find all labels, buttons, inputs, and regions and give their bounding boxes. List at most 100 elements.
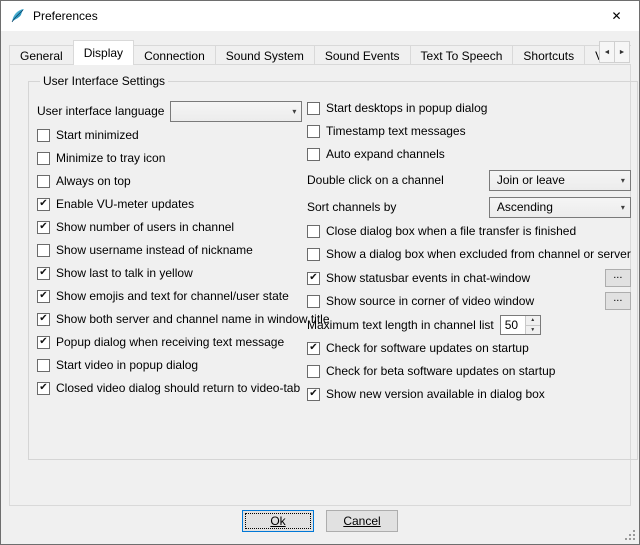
titlebar: Preferences ✕: [1, 1, 639, 31]
close-button[interactable]: ✕: [594, 1, 639, 31]
checkbox-username-instead-nickname[interactable]: Show username instead of nickname: [37, 243, 253, 257]
checkbox-timestamp-messages[interactable]: Timestamp text messages: [307, 124, 466, 138]
resize-grip[interactable]: [624, 529, 637, 542]
checkbox-check-beta-updates[interactable]: Check for beta software updates on start…: [307, 364, 555, 378]
tab-sound-system[interactable]: Sound System: [215, 45, 315, 65]
checkbox-label: Check for software updates on startup: [326, 341, 529, 355]
checkbox-video-popup-dialog[interactable]: Start video in popup dialog: [37, 358, 198, 372]
checkbox-box: ✔: [307, 272, 320, 285]
checkbox-video-return-to-tab[interactable]: ✔Closed video dialog should return to vi…: [37, 381, 300, 395]
user-interface-settings-group: User Interface Settings User interface l…: [28, 74, 638, 460]
checkbox-box: [307, 225, 320, 238]
double-click-dropdown[interactable]: Join or leave ▾: [489, 170, 631, 191]
checkbox-box: [307, 102, 320, 115]
checkbox-label: Start video in popup dialog: [56, 358, 198, 372]
checkbox-label: Close dialog box when a file transfer is…: [326, 224, 576, 238]
checkbox-label: Show both server and channel name in win…: [56, 312, 330, 326]
checkbox-box: ✔: [37, 267, 50, 280]
max-text-length-spinbox[interactable]: 50 ▲ ▼: [500, 315, 541, 335]
window-title: Preferences: [33, 9, 98, 23]
checkbox-label: Show last to talk in yellow: [56, 266, 193, 280]
statusbar-events-more-button[interactable]: ...: [605, 269, 631, 287]
max-text-length-value: 50: [501, 316, 525, 334]
tab-shortcuts[interactable]: Shortcuts: [512, 45, 585, 65]
checkbox-desktops-popup-dialog[interactable]: Start desktops in popup dialog: [307, 101, 487, 115]
checkbox-label: Start minimized: [56, 128, 139, 142]
left-column: User interface language ▾ Start minimize…: [37, 100, 301, 409]
sort-channels-dropdown[interactable]: Ascending ▾: [489, 197, 631, 218]
tab-scroll-left-icon[interactable]: ◄: [599, 41, 615, 63]
checkbox-show-user-count[interactable]: ✔ Show number of users in channel: [37, 220, 234, 234]
checkbox-box: [307, 295, 320, 308]
checkbox-close-filetransfer-dialog[interactable]: Close dialog box when a file transfer is…: [307, 224, 576, 238]
checkbox-box: ✔: [37, 336, 50, 349]
checkbox-box: [37, 175, 50, 188]
checkbox-label: Show emojis and text for channel/user st…: [56, 289, 289, 303]
checkbox-statusbar-events[interactable]: ✔ Show statusbar events in chat-window: [307, 271, 530, 285]
checkbox-label: Enable VU-meter updates: [56, 197, 194, 211]
checkbox-check-updates[interactable]: ✔Check for software updates on startup: [307, 341, 529, 355]
preferences-dialog: Preferences ✕ General Display Connection…: [0, 0, 640, 545]
checkbox-video-source-corner[interactable]: Show source in corner of video window: [307, 294, 534, 308]
video-source-more-button[interactable]: ...: [605, 292, 631, 310]
checkbox-last-talk-yellow[interactable]: ✔ Show last to talk in yellow: [37, 266, 193, 280]
tab-sound-events[interactable]: Sound Events: [314, 45, 411, 65]
checkbox-emojis-text-state[interactable]: ✔ Show emojis and text for channel/user s…: [37, 289, 289, 303]
double-click-value: Join or leave: [497, 173, 565, 187]
checkbox-box: ✔: [37, 313, 50, 326]
ok-button[interactable]: Ok: [242, 510, 314, 532]
tab-scroll-right-icon[interactable]: ►: [614, 41, 630, 63]
language-label: User interface language: [37, 104, 164, 118]
checkbox-label: Check for beta software updates on start…: [326, 364, 555, 378]
checkbox-box: [37, 152, 50, 165]
dialog-buttons: Ok Cancel: [1, 510, 639, 532]
dropdown-arrow-icon: ▾: [621, 176, 625, 185]
checkbox-label: Start desktops in popup dialog: [326, 101, 487, 115]
checkbox-box: ✔: [37, 198, 50, 211]
dropdown-arrow-icon: ▾: [292, 107, 296, 116]
spin-up-icon[interactable]: ▲: [526, 316, 540, 325]
checkbox-box: ✔: [37, 382, 50, 395]
checkbox-box: ✔: [37, 290, 50, 303]
ok-button-label: Ok: [270, 514, 285, 528]
tab-scroll: ◄ ►: [600, 41, 630, 63]
checkbox-box: ✔: [37, 221, 50, 234]
tab-general[interactable]: General: [9, 45, 74, 65]
checkbox-new-version-dialog[interactable]: ✔ Show new version available in dialog bo…: [307, 387, 545, 401]
checkbox-label: Timestamp text messages: [326, 124, 466, 138]
group-title: User Interface Settings: [40, 74, 168, 88]
dropdown-arrow-icon: ▾: [621, 203, 625, 212]
checkbox-box: [307, 125, 320, 138]
tab-page-display: User Interface Settings User interface l…: [9, 64, 631, 506]
checkbox-label: Auto expand channels: [326, 147, 445, 161]
sort-channels-value: Ascending: [497, 200, 553, 214]
app-icon: [10, 8, 26, 24]
checkbox-always-on-top[interactable]: Always on top: [37, 174, 131, 188]
tab-connection[interactable]: Connection: [133, 45, 216, 65]
checkbox-excluded-dialog[interactable]: Show a dialog box when excluded from cha…: [307, 247, 631, 261]
checkbox-box: [37, 359, 50, 372]
checkbox-label: Show source in corner of video window: [326, 294, 534, 308]
checkbox-box: ✔: [307, 388, 320, 401]
checkbox-start-minimized[interactable]: Start minimized: [37, 128, 139, 142]
right-column: Start desktops in popup dialog Timestamp…: [307, 100, 631, 409]
checkbox-label: Show number of users in channel: [56, 220, 234, 234]
checkbox-box: [307, 248, 320, 261]
spin-down-icon[interactable]: ▼: [526, 325, 540, 335]
checkbox-popup-text-message[interactable]: ✔ Popup dialog when receiving text messag…: [37, 335, 284, 349]
tab-display[interactable]: Display: [73, 40, 134, 65]
checkbox-box: [37, 244, 50, 257]
tab-text-to-speech[interactable]: Text To Speech: [410, 45, 514, 65]
checkbox-label: Show username instead of nickname: [56, 243, 253, 257]
language-dropdown[interactable]: ▾: [170, 101, 302, 122]
checkbox-minimize-to-tray[interactable]: Minimize to tray icon: [37, 151, 165, 165]
checkbox-box: [307, 365, 320, 378]
checkbox-vu-meter-updates[interactable]: ✔ Enable VU-meter updates: [37, 197, 194, 211]
cancel-button[interactable]: Cancel: [326, 510, 398, 532]
checkbox-server-channel-in-title[interactable]: ✔Show both server and channel name in wi…: [37, 312, 301, 326]
checkbox-label: Show new version available in dialog box: [326, 387, 545, 401]
checkbox-auto-expand-channels[interactable]: Auto expand channels: [307, 147, 445, 161]
checkbox-label: Popup dialog when receiving text message: [56, 335, 284, 349]
double-click-label: Double click on a channel: [307, 173, 444, 187]
checkbox-label: Show statusbar events in chat-window: [326, 271, 530, 285]
